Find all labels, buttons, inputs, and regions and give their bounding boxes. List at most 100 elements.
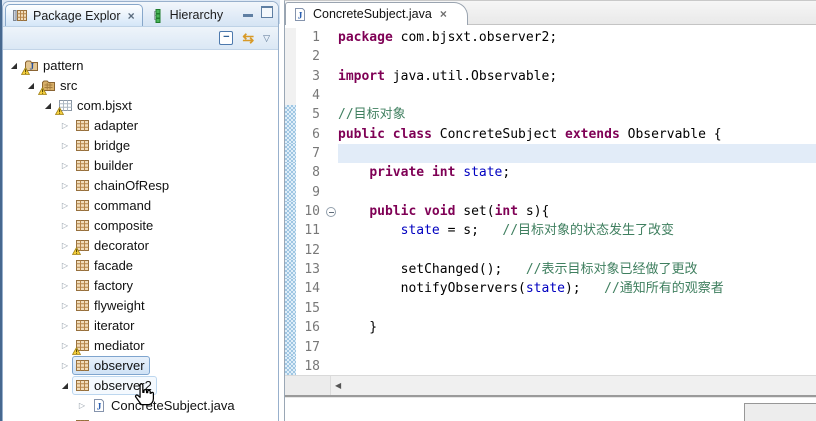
tree-item-prototype[interactable]: ▷prototype [3, 415, 278, 421]
tree-item-chip[interactable]: builder [72, 156, 138, 175]
tree-item-flyweight[interactable]: ▷ flyweight [3, 295, 278, 315]
code-line-3[interactable]: 3 import java.util.Observable; [285, 66, 816, 87]
expand-arrow-icon[interactable]: ▷ [58, 341, 72, 350]
collapse-arrow-icon[interactable]: ◢ [41, 101, 55, 110]
tree-item-chip[interactable]: src [38, 76, 82, 95]
tree-item-chip[interactable]: factory [72, 276, 138, 295]
expand-arrow-icon[interactable]: ▷ [58, 121, 72, 130]
expand-arrow-icon[interactable]: ▷ [58, 321, 72, 330]
code-line-15[interactable]: 15 [285, 298, 816, 319]
code-line-17[interactable]: 17 [285, 337, 816, 357]
tree-item-chip[interactable]: com.bjsxt [55, 96, 137, 115]
code-line-11[interactable]: 11 state = s; //目标对象的状态发生了改变 [285, 221, 816, 241]
tree-item-chip[interactable]: command [72, 196, 156, 215]
code-line-2[interactable]: 2 [285, 47, 816, 67]
tree-item-chip[interactable]: flyweight [72, 296, 150, 315]
tree-item-observer[interactable]: ▷ observer [3, 355, 278, 375]
folding-column [324, 338, 338, 357]
scroll-left-icon[interactable]: ◀ [331, 381, 341, 390]
expand-arrow-icon[interactable]: ▷ [58, 181, 72, 190]
tree-item-pattern[interactable]: ◢ Jpattern [3, 55, 278, 75]
code-line-14[interactable]: 14 notifyObservers(state); //通知所有的观察者 [285, 279, 816, 299]
collapse-arrow-icon[interactable]: ◢ [24, 81, 38, 90]
tree-item-facade[interactable]: ▷ facade [3, 255, 278, 275]
tree-item-com.bjsxt[interactable]: ◢ com.bjsxt [3, 95, 278, 115]
code-line-1[interactable]: 1 package com.bjsxt.observer2; [285, 28, 816, 48]
tree-item-chip[interactable]: Jpattern [21, 56, 88, 75]
tree-item-chip[interactable]: mediator [72, 336, 150, 355]
tree-item-chip[interactable]: J ConcreteSubject.java [89, 396, 240, 415]
tree-item-chip[interactable]: observer [72, 355, 150, 375]
expand-arrow-icon[interactable]: ▷ [58, 301, 72, 310]
tree-item-ConcreteSubject.java[interactable]: ▷ J ConcreteSubject.java [3, 395, 278, 415]
tree-item-chip[interactable]: facade [72, 256, 138, 275]
tab-hierarchy-label: Hierarchy [169, 8, 224, 22]
link-with-editor-icon[interactable]: ⇆ [242, 31, 254, 45]
code-line-13[interactable]: 13 setChanged(); //表示目标对象已经做了更改 [285, 260, 816, 280]
tree-item-bridge[interactable]: ▷ bridge [3, 135, 278, 155]
code-line-18[interactable]: 18 [285, 356, 816, 375]
tab-package-explorer[interactable]: Package Explor × [5, 4, 143, 26]
collapse-arrow-icon[interactable]: ◢ [58, 381, 72, 390]
line-number: 8 [312, 165, 320, 181]
tree-item-chainOfResp[interactable]: ▷ chainOfResp [3, 175, 278, 195]
tree-item-chip[interactable]: iterator [72, 316, 139, 335]
tree-item-observer2[interactable]: ◢ observer2 [3, 375, 278, 395]
tree-item-label: prototype [94, 418, 148, 421]
code-line-5[interactable]: 5 //目标对象 [285, 105, 816, 125]
expand-arrow-icon[interactable]: ▷ [58, 221, 72, 230]
close-icon[interactable]: × [128, 9, 135, 23]
close-icon[interactable]: × [440, 7, 447, 21]
expand-arrow-icon[interactable]: ▷ [58, 361, 72, 370]
tab-concretesubject-java[interactable]: J ConcreteSubject.java × [285, 2, 468, 25]
tree-item-iterator[interactable]: ▷ iterator [3, 315, 278, 335]
code-line-7[interactable]: 7 [285, 144, 816, 164]
tree-item-chip[interactable]: bridge [72, 136, 135, 155]
horizontal-scrollbar[interactable]: ◀ [285, 375, 816, 395]
java-project-icon: J [21, 58, 39, 75]
expand-arrow-icon[interactable]: ▷ [58, 241, 72, 250]
code-line-9[interactable]: 9 [285, 182, 816, 203]
code-line-10[interactable]: 10 public void set(int s){ [285, 202, 816, 222]
tree-item-mediator[interactable]: ▷ mediator [3, 335, 278, 355]
tree-item-factory[interactable]: ▷ factory [3, 275, 278, 295]
tree-item-chip[interactable]: prototype [72, 416, 153, 421]
tree-item-chip[interactable]: composite [72, 216, 158, 235]
tab-hierarchy[interactable]: Hierarchy [143, 4, 231, 26]
fold-collapse-icon[interactable] [326, 207, 336, 218]
code-line-8[interactable]: 8 private int state; [285, 163, 816, 183]
collapse-all-icon[interactable]: − [219, 31, 234, 45]
tree-item-adapter[interactable]: ▷ adapter [3, 115, 278, 135]
collapse-arrow-icon[interactable]: ◢ [7, 61, 21, 70]
code-line-6[interactable]: 6 public class ConcreteSubject extends Ob… [285, 124, 816, 145]
tree-item-label: src [60, 77, 78, 93]
line-number: 5 [312, 107, 320, 123]
tree-item-chip[interactable]: chainOfResp [72, 176, 174, 195]
tree-item-chip[interactable]: decorator [72, 236, 154, 255]
expand-arrow-icon[interactable]: ▷ [58, 201, 72, 210]
expand-arrow-icon[interactable]: ▷ [58, 261, 72, 270]
java-file-icon: J [293, 7, 308, 22]
tree-item-chip[interactable]: adapter [72, 116, 143, 135]
expand-arrow-icon[interactable]: ▷ [58, 161, 72, 170]
code-editor[interactable]: 1 package com.bjsxt.observer2; 2 3 import ja… [285, 25, 816, 375]
tree-item-decorator[interactable]: ▷ decorator [3, 235, 278, 255]
maximize-icon[interactable] [261, 6, 273, 18]
tree-item-builder[interactable]: ▷ builder [3, 155, 278, 175]
expand-arrow-icon[interactable]: ▷ [75, 401, 89, 410]
code-line-4[interactable]: 4 [285, 86, 816, 106]
tree-item-src[interactable]: ◢ src [3, 75, 278, 95]
code-line-16[interactable]: 16 } [285, 318, 816, 338]
code-line-12[interactable]: 12 [285, 240, 816, 261]
tree-item-command[interactable]: ▷ command [3, 195, 278, 215]
tree-item-composite[interactable]: ▷ composite [3, 215, 278, 235]
expand-arrow-icon[interactable]: ▷ [58, 141, 72, 150]
view-menu-icon[interactable]: ▽ [263, 33, 270, 43]
minimize-icon[interactable] [243, 14, 253, 17]
tree-item-chip[interactable]: observer2 [72, 375, 157, 395]
package-icon [75, 318, 90, 333]
package-icon [75, 198, 90, 213]
line-number: 13 [304, 262, 320, 278]
package-tree: ◢ Jpattern ◢ src ◢ com.bjsxt ▷ adapter ▷ bridge ▷ b… [3, 50, 278, 421]
expand-arrow-icon[interactable]: ▷ [58, 281, 72, 290]
